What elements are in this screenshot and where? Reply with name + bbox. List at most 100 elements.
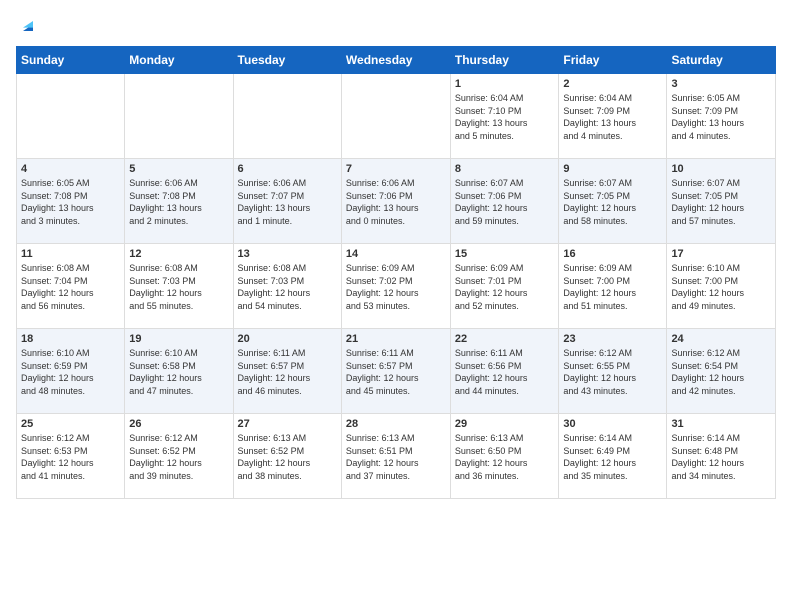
calendar-cell: 23Sunrise: 6:12 AM Sunset: 6:55 PM Dayli… — [559, 329, 667, 414]
day-info: Sunrise: 6:10 AM Sunset: 6:58 PM Dayligh… — [129, 347, 228, 397]
calendar-cell — [125, 74, 233, 159]
day-number: 9 — [563, 163, 662, 175]
day-info: Sunrise: 6:10 AM Sunset: 6:59 PM Dayligh… — [21, 347, 120, 397]
day-header-monday: Monday — [125, 47, 233, 74]
day-info: Sunrise: 6:13 AM Sunset: 6:52 PM Dayligh… — [238, 432, 337, 482]
calendar-week-1: 1 Sunrise: 6:04 AM Sunset: 7:10 PM Daylig… — [17, 74, 776, 159]
calendar-cell: 10Sunrise: 6:07 AM Sunset: 7:05 PM Dayli… — [667, 159, 776, 244]
day-info: Sunrise: 6:13 AM Sunset: 6:50 PM Dayligh… — [455, 432, 555, 482]
day-number: 22 — [455, 333, 555, 345]
calendar-cell: 26Sunrise: 6:12 AM Sunset: 6:52 PM Dayli… — [125, 414, 233, 499]
day-info: Sunrise: 6:08 AM Sunset: 7:03 PM Dayligh… — [129, 262, 228, 312]
day-info: Sunrise: 6:06 AM Sunset: 7:06 PM Dayligh… — [346, 177, 446, 227]
calendar-cell: 24Sunrise: 6:12 AM Sunset: 6:54 PM Dayli… — [667, 329, 776, 414]
calendar-cell: 22 Sunrise: 6:11 AM Sunset: 6:56 PM Dayli… — [450, 329, 559, 414]
day-number: 27 — [238, 418, 337, 430]
day-info: Sunrise: 6:08 AM Sunset: 7:03 PM Dayligh… — [238, 262, 337, 312]
page-header — [16, 16, 776, 36]
calendar-table: SundayMondayTuesdayWednesdayThursdayFrid… — [16, 46, 776, 499]
day-number: 14 — [346, 248, 446, 260]
day-number: 7 — [346, 163, 446, 175]
day-number: 12 — [129, 248, 228, 260]
day-number: 17 — [671, 248, 771, 260]
day-header-friday: Friday — [559, 47, 667, 74]
calendar-cell: 12 Sunrise: 6:08 AM Sunset: 7:03 PM Dayli… — [125, 244, 233, 329]
calendar-cell: 13 Sunrise: 6:08 AM Sunset: 7:03 PM Dayli… — [233, 244, 341, 329]
day-number: 28 — [346, 418, 446, 430]
day-info: Sunrise: 6:09 AM Sunset: 7:02 PM Dayligh… — [346, 262, 446, 312]
day-header-sunday: Sunday — [17, 47, 125, 74]
calendar-cell: 1 Sunrise: 6:04 AM Sunset: 7:10 PM Daylig… — [450, 74, 559, 159]
day-info: Sunrise: 6:08 AM Sunset: 7:04 PM Dayligh… — [21, 262, 120, 312]
calendar-cell: 8Sunrise: 6:07 AM Sunset: 7:06 PM Daylig… — [450, 159, 559, 244]
calendar-cell: 29Sunrise: 6:13 AM Sunset: 6:50 PM Dayli… — [450, 414, 559, 499]
calendar-cell: 31 Sunrise: 6:14 AM Sunset: 6:48 PM Dayli… — [667, 414, 776, 499]
day-info: Sunrise: 6:14 AM Sunset: 6:48 PM Dayligh… — [671, 432, 771, 482]
day-info: Sunrise: 6:07 AM Sunset: 7:05 PM Dayligh… — [563, 177, 662, 227]
day-info: Sunrise: 6:13 AM Sunset: 6:51 PM Dayligh… — [346, 432, 446, 482]
day-info: Sunrise: 6:12 AM Sunset: 6:53 PM Dayligh… — [21, 432, 120, 482]
calendar-cell: 2Sunrise: 6:04 AM Sunset: 7:09 PM Daylig… — [559, 74, 667, 159]
calendar-cell: 25 Sunrise: 6:12 AM Sunset: 6:53 PM Dayli… — [17, 414, 125, 499]
day-info: Sunrise: 6:04 AM Sunset: 7:10 PM Dayligh… — [455, 92, 555, 142]
day-number: 16 — [563, 248, 662, 260]
day-info: Sunrise: 6:06 AM Sunset: 7:08 PM Dayligh… — [129, 177, 228, 227]
day-info: Sunrise: 6:09 AM Sunset: 7:01 PM Dayligh… — [455, 262, 555, 312]
calendar-cell: 9 Sunrise: 6:07 AM Sunset: 7:05 PM Daylig… — [559, 159, 667, 244]
day-number: 5 — [129, 163, 228, 175]
calendar-cell — [233, 74, 341, 159]
calendar-week-4: 18 Sunrise: 6:10 AM Sunset: 6:59 PM Dayli… — [17, 329, 776, 414]
logo-icon — [18, 16, 38, 36]
day-number: 31 — [671, 418, 771, 430]
day-number: 25 — [21, 418, 120, 430]
day-number: 15 — [455, 248, 555, 260]
day-info: Sunrise: 6:06 AM Sunset: 7:07 PM Dayligh… — [238, 177, 337, 227]
day-info: Sunrise: 6:05 AM Sunset: 7:09 PM Dayligh… — [671, 92, 771, 142]
calendar-cell: 15 Sunrise: 6:09 AM Sunset: 7:01 PM Dayli… — [450, 244, 559, 329]
day-number: 19 — [129, 333, 228, 345]
day-number: 11 — [21, 248, 120, 260]
calendar-week-3: 11 Sunrise: 6:08 AM Sunset: 7:04 PM Dayli… — [17, 244, 776, 329]
day-number: 3 — [671, 78, 771, 90]
day-number: 21 — [346, 333, 446, 345]
day-number: 20 — [238, 333, 337, 345]
calendar-cell: 14 Sunrise: 6:09 AM Sunset: 7:02 PM Dayli… — [341, 244, 450, 329]
day-number: 13 — [238, 248, 337, 260]
calendar-cell: 21Sunrise: 6:11 AM Sunset: 6:57 PM Dayli… — [341, 329, 450, 414]
calendar-cell: 30 Sunrise: 6:14 AM Sunset: 6:49 PM Dayli… — [559, 414, 667, 499]
day-info: Sunrise: 6:12 AM Sunset: 6:55 PM Dayligh… — [563, 347, 662, 397]
day-number: 6 — [238, 163, 337, 175]
day-info: Sunrise: 6:07 AM Sunset: 7:05 PM Dayligh… — [671, 177, 771, 227]
day-info: Sunrise: 6:09 AM Sunset: 7:00 PM Dayligh… — [563, 262, 662, 312]
day-header-wednesday: Wednesday — [341, 47, 450, 74]
calendar-cell: 20 Sunrise: 6:11 AM Sunset: 6:57 PM Dayli… — [233, 329, 341, 414]
day-info: Sunrise: 6:10 AM Sunset: 7:00 PM Dayligh… — [671, 262, 771, 312]
day-info: Sunrise: 6:11 AM Sunset: 6:56 PM Dayligh… — [455, 347, 555, 397]
calendar-cell: 19 Sunrise: 6:10 AM Sunset: 6:58 PM Dayli… — [125, 329, 233, 414]
day-number: 30 — [563, 418, 662, 430]
day-number: 2 — [563, 78, 662, 90]
day-info: Sunrise: 6:05 AM Sunset: 7:08 PM Dayligh… — [21, 177, 120, 227]
day-info: Sunrise: 6:12 AM Sunset: 6:52 PM Dayligh… — [129, 432, 228, 482]
calendar-cell: 27 Sunrise: 6:13 AM Sunset: 6:52 PM Dayli… — [233, 414, 341, 499]
calendar-cell: 3 Sunrise: 6:05 AM Sunset: 7:09 PM Daylig… — [667, 74, 776, 159]
day-number: 1 — [455, 78, 555, 90]
day-number: 18 — [21, 333, 120, 345]
day-number: 8 — [455, 163, 555, 175]
calendar-cell: 11 Sunrise: 6:08 AM Sunset: 7:04 PM Dayli… — [17, 244, 125, 329]
calendar-cell — [17, 74, 125, 159]
day-header-thursday: Thursday — [450, 47, 559, 74]
calendar-cell: 16 Sunrise: 6:09 AM Sunset: 7:00 PM Dayli… — [559, 244, 667, 329]
calendar-cell: 28 Sunrise: 6:13 AM Sunset: 6:51 PM Dayli… — [341, 414, 450, 499]
day-number: 4 — [21, 163, 120, 175]
day-info: Sunrise: 6:14 AM Sunset: 6:49 PM Dayligh… — [563, 432, 662, 482]
logo — [16, 16, 38, 36]
calendar-cell — [341, 74, 450, 159]
calendar-week-5: 25 Sunrise: 6:12 AM Sunset: 6:53 PM Dayli… — [17, 414, 776, 499]
calendar-header-row: SundayMondayTuesdayWednesdayThursdayFrid… — [17, 47, 776, 74]
day-info: Sunrise: 6:12 AM Sunset: 6:54 PM Dayligh… — [671, 347, 771, 397]
calendar-week-2: 4 Sunrise: 6:05 AM Sunset: 7:08 PM Daylig… — [17, 159, 776, 244]
calendar-cell: 7 Sunrise: 6:06 AM Sunset: 7:06 PM Daylig… — [341, 159, 450, 244]
calendar-cell: 5 Sunrise: 6:06 AM Sunset: 7:08 PM Daylig… — [125, 159, 233, 244]
day-info: Sunrise: 6:11 AM Sunset: 6:57 PM Dayligh… — [238, 347, 337, 397]
